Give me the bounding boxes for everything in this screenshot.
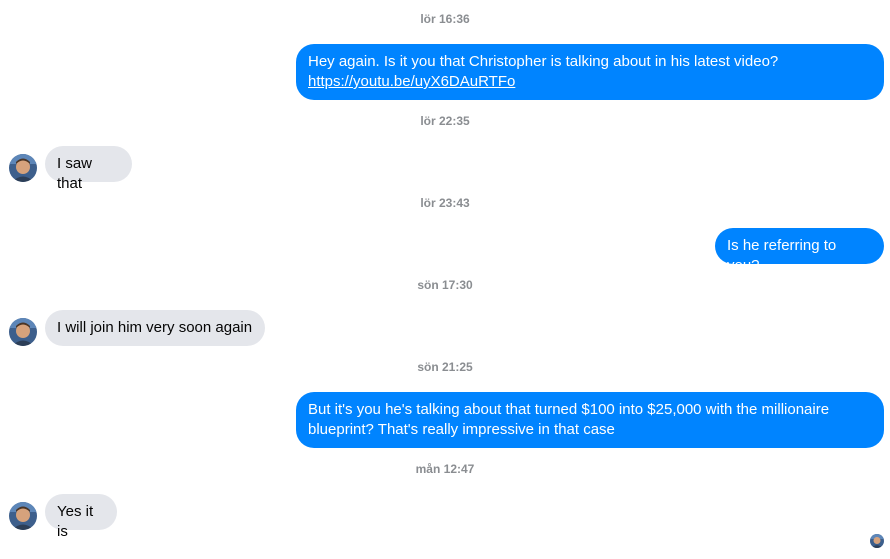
timestamp: lör 23:43 <box>420 196 470 210</box>
outgoing-message[interactable]: Is he referring to you? <box>715 228 884 274</box>
timestamp: lör 22:35 <box>420 114 470 128</box>
message-link[interactable]: https://youtu.be/uyX6DAuRTFo <box>308 73 515 90</box>
contact-avatar[interactable] <box>9 318 37 346</box>
contact-avatar[interactable] <box>9 502 37 530</box>
message-text: I will join him very soon again <box>57 319 253 336</box>
timestamp: lör 16:36 <box>420 12 470 26</box>
message-text: Yes it is <box>57 503 94 540</box>
incoming-message[interactable]: I saw that <box>45 146 132 192</box>
message-text: But it's you he's talking about that tur… <box>308 401 830 438</box>
incoming-message[interactable]: Yes it is <box>45 494 117 540</box>
timestamp: mån 12:47 <box>415 462 475 476</box>
contact-avatar[interactable] <box>9 154 37 182</box>
timestamp: sön 21:25 <box>417 360 473 374</box>
message-text: Hey again. Is it you that Christopher is… <box>308 53 779 70</box>
outgoing-message[interactable]: But it's you he's talking about that tur… <box>296 392 884 448</box>
message-text: Is he referring to you? <box>727 237 837 274</box>
incoming-message[interactable]: I will join him very soon again <box>45 310 265 346</box>
outgoing-message[interactable]: Hey again. Is it you that Christopher is… <box>296 44 884 100</box>
seen-avatar-icon <box>870 534 884 548</box>
message-text: I saw that <box>57 155 93 192</box>
timestamp: sön 17:30 <box>417 278 473 292</box>
